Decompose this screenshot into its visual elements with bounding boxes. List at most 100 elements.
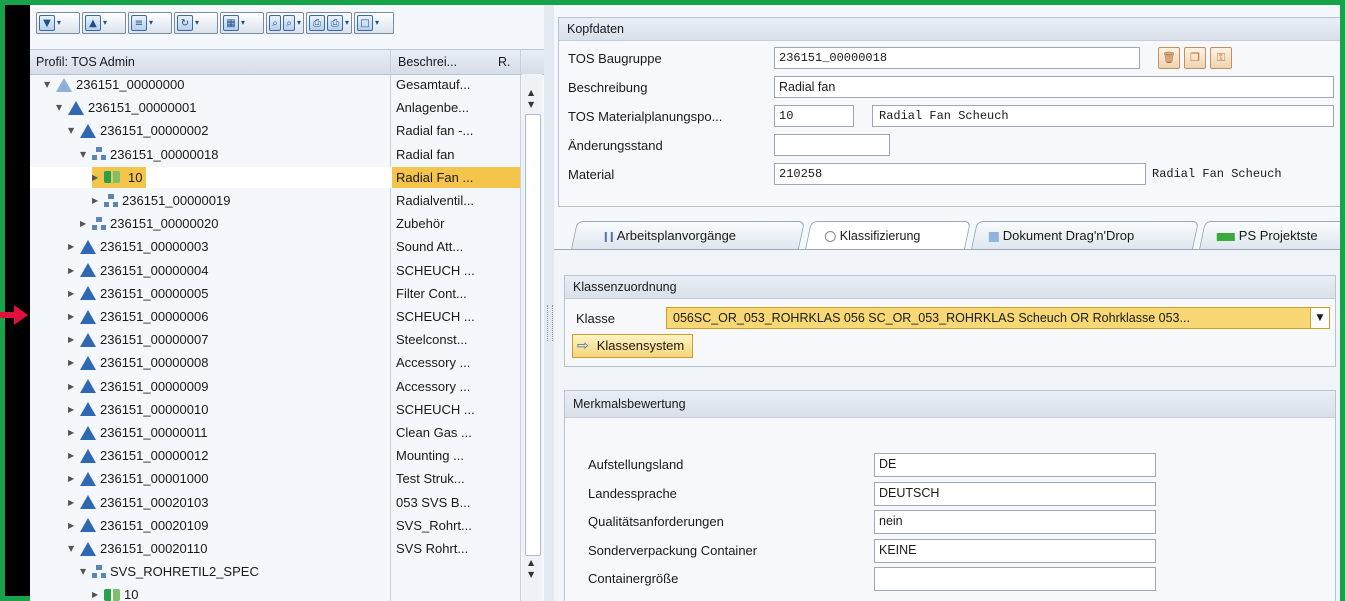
collapse-arrow-icon[interactable]: ▼ (56, 97, 64, 118)
expand-arrow-icon[interactable]: ▶ (68, 376, 76, 397)
dropdown-icon[interactable]: ▾ (241, 15, 245, 31)
tree-scrollbar[interactable]: ▲ ▼ ▲ ▼ (522, 74, 542, 601)
merkmal-value-field[interactable]: DE (874, 453, 1156, 477)
materialplanung-field[interactable]: 10 (774, 105, 854, 127)
tree-node-label-group: ▼ 236151_00000001 (56, 97, 196, 118)
column-r[interactable]: R. (498, 55, 511, 69)
merkmal-value-field[interactable]: KEINE (874, 538, 1156, 563)
toolbar-button-6[interactable]: ⎙ ⎙ ▾ (306, 12, 352, 34)
collapse-arrow-icon[interactable]: ▼ (80, 561, 88, 582)
tree-node-description: Sound Att... (396, 239, 464, 255)
tab-ps-projektste[interactable]: PS Projektste (1199, 221, 1340, 249)
dropdown-icon[interactable]: ▾ (195, 15, 199, 31)
toolbar-button-4[interactable]: ▦ ▾ (220, 12, 264, 34)
toolbar-button-3[interactable]: ↻ ▾ (174, 12, 218, 34)
scroll-down-icon[interactable]: ▼ (528, 570, 534, 579)
tree-node[interactable]: ▶ 236151_00000005 Filter Cont... (30, 283, 520, 304)
klasse-dropdown[interactable]: 056SC_OR_053_ROHRKLAS 056 SC_OR_053_ROHR… (666, 307, 1330, 329)
column-description[interactable]: Beschrei... (398, 55, 457, 69)
expand-arrow-icon[interactable]: ▶ (92, 190, 100, 211)
expand-arrow-icon[interactable]: ▶ (68, 306, 76, 327)
dropdown-icon[interactable]: ▾ (149, 15, 153, 31)
scroll-thumb[interactable] (525, 114, 541, 556)
tree-node[interactable]: ▼ SVS_ROHRETIL2_SPEC (30, 561, 520, 582)
expand-arrow-icon[interactable]: ▶ (68, 468, 76, 489)
scroll-down-icon[interactable]: ▼ (528, 100, 534, 109)
tab-klassifizierung[interactable]: Klassifizierung (805, 221, 971, 249)
dropdown-icon[interactable]: ▾ (345, 15, 349, 31)
dropdown-icon[interactable]: ▾ (57, 15, 61, 31)
panel-splitter[interactable] (544, 5, 554, 601)
tab-dokument-dragndrop[interactable]: Dokument Drag'n'Drop (971, 221, 1199, 249)
merkmal-value-field[interactable] (874, 567, 1156, 591)
baugruppe-field[interactable]: 236151_00000018 (774, 47, 1140, 69)
dropdown-icon[interactable]: ▾ (375, 15, 379, 31)
expand-arrow-icon[interactable]: ▶ (68, 445, 76, 466)
column-profile[interactable]: Profil: TOS Admin (36, 55, 135, 69)
collapse-arrow-icon[interactable]: ▼ (68, 538, 76, 559)
tab-arbeitsplanvorgaenge[interactable]: Arbeitsplanvorgänge (571, 221, 805, 249)
assembly-icon (80, 518, 96, 533)
tree-node[interactable]: ▼ 236151_00000000 Gesamtauf... (30, 74, 520, 95)
dropdown-icon[interactable]: ▾ (297, 15, 301, 31)
merkmal-value-field[interactable]: nein (874, 510, 1156, 534)
merkmal-value-field[interactable]: DEUTSCH (874, 481, 1156, 506)
tree-node[interactable]: ▶ 236151_00000011 Clean Gas ... (30, 422, 520, 443)
klassensystem-button[interactable]: ⇨ Klassensystem (572, 334, 694, 358)
tree-node[interactable]: ▶ 236151_00020109 SVS_Rohrt... (30, 515, 520, 536)
lock-icon[interactable]: ⚿ (1210, 47, 1232, 69)
beschreibung-field[interactable]: Radial fan (774, 76, 1334, 98)
pointer-arrow-icon (0, 305, 28, 325)
tree-node-label-group: ▼ 236151_00000002 (68, 120, 208, 141)
expand-arrow-icon[interactable]: ▶ (92, 584, 100, 601)
chevron-down-icon[interactable]: ▼ (1310, 308, 1329, 328)
tree-node[interactable]: ▶ 10 Radial Fan ... (30, 166, 520, 188)
expand-arrow-icon[interactable]: ▶ (68, 399, 76, 420)
tree-node[interactable]: ▶ 236151_00001000 Test Struk... (30, 468, 520, 489)
tree-node[interactable]: ▶ 236151_00000007 Steelconst... (30, 329, 520, 350)
expand-arrow-icon[interactable]: ▶ (68, 329, 76, 350)
tree-node[interactable]: ▶ 236151_00000009 Accessory ... (30, 376, 520, 397)
material-field[interactable]: 210258 (774, 163, 1146, 185)
tree-node[interactable]: ▶ 10 (30, 584, 520, 601)
tree-node[interactable]: ▼ 236151_00000001 Anlagenbe... (30, 97, 520, 118)
expand-arrow-icon[interactable]: ▶ (80, 213, 88, 234)
scroll-up-icon[interactable]: ▲ (528, 88, 534, 97)
tree-node[interactable]: ▼ 236151_00020110 SVS Rohrt... (30, 538, 520, 559)
aenderung-field[interactable] (774, 134, 890, 156)
toolbar-button-0[interactable]: ▼ ▾ (36, 12, 80, 34)
tree-node[interactable]: ▶ 236151_00000020 Zubehör (30, 213, 520, 234)
tree-node[interactable]: ▶ 236151_00020103 053 SVS B... (30, 492, 520, 513)
expand-arrow-icon[interactable]: ▶ (92, 167, 100, 188)
expand-arrow-icon[interactable]: ▶ (68, 352, 76, 373)
tree-node[interactable]: ▶ 236151_00000003 Sound Att... (30, 236, 520, 257)
expand-arrow-icon[interactable]: ▶ (68, 515, 76, 536)
tree-node[interactable]: ▶ 236151_00000008 Accessory ... (30, 352, 520, 373)
collapse-arrow-icon[interactable]: ▼ (44, 74, 52, 95)
print-icon: ⎙ (327, 15, 343, 31)
tree-node[interactable]: ▶ 236151_00000004 SCHEUCH ... (30, 260, 520, 281)
expand-arrow-icon[interactable]: ▶ (68, 236, 76, 257)
expand-arrow-icon[interactable]: ▶ (68, 260, 76, 281)
material-text: Radial Fan Scheuch (1152, 167, 1282, 181)
collapse-arrow-icon[interactable]: ▼ (80, 144, 88, 165)
tree-node-label-group: ▶ 236151_00020109 (68, 515, 208, 536)
tree-node[interactable]: ▶ 236151_00000006 SCHEUCH ... (30, 306, 520, 327)
tree-node[interactable]: ▼ 236151_00000018 Radial fan (30, 144, 520, 165)
toolbar-button-2[interactable]: ≡ ▾ (128, 12, 172, 34)
expand-arrow-icon[interactable]: ▶ (68, 492, 76, 513)
dropdown-icon[interactable]: ▾ (103, 15, 107, 31)
scroll-up-icon[interactable]: ▲ (528, 558, 534, 567)
copy-icon[interactable]: ❐ (1184, 47, 1206, 69)
toolbar-button-1[interactable]: ▲ ▾ (82, 12, 126, 34)
collapse-arrow-icon[interactable]: ▼ (68, 120, 76, 141)
tree-node[interactable]: ▶ 236151_00000010 SCHEUCH ... (30, 399, 520, 420)
toolbar-button-5[interactable]: ⌕ ⌕ ▾ (266, 12, 304, 34)
expand-arrow-icon[interactable]: ▶ (68, 422, 76, 443)
toolbar-button-7[interactable]: □ ▾ (354, 12, 394, 34)
tree-node[interactable]: ▶ 236151_00000019 Radialventil... (30, 190, 520, 211)
tree-node[interactable]: ▶ 236151_00000012 Mounting ... (30, 445, 520, 466)
expand-arrow-icon[interactable]: ▶ (68, 283, 76, 304)
delete-icon[interactable]: 🗑 (1158, 47, 1180, 69)
tree-node[interactable]: ▼ 236151_00000002 Radial fan -... (30, 120, 520, 141)
